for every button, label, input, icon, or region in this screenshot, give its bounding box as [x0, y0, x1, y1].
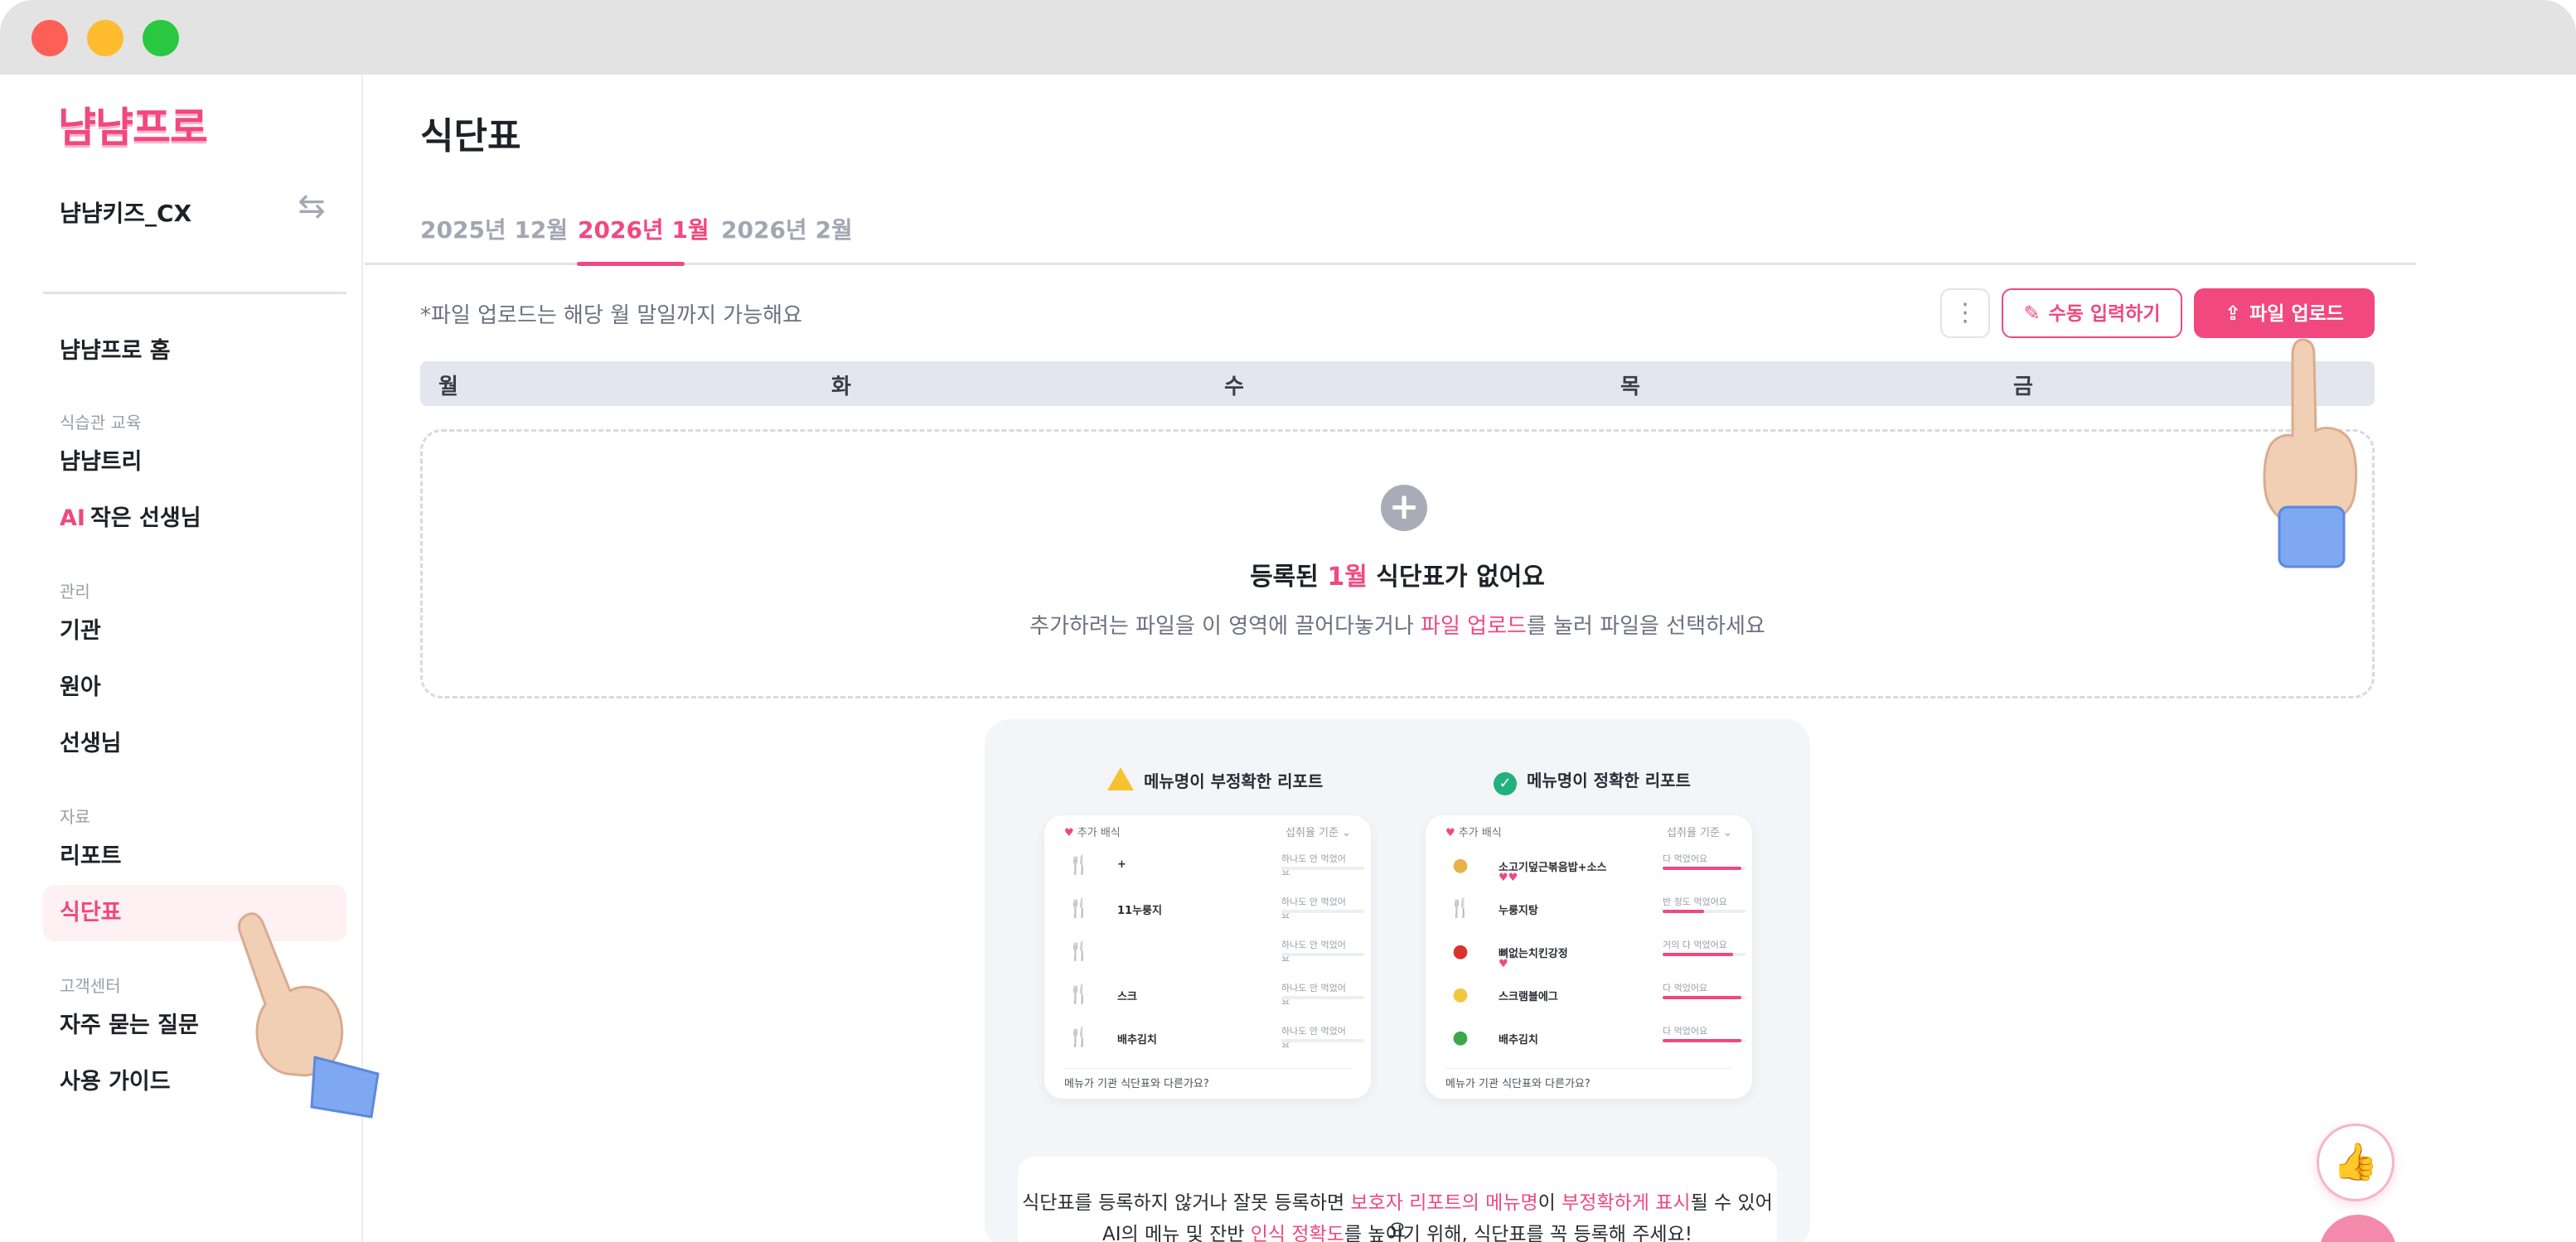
page-title: 식단표	[420, 115, 521, 157]
sidebar-item-teachers[interactable]: 선생님	[43, 716, 346, 772]
tab-2026-02[interactable]: 2026년 2월	[721, 212, 853, 245]
utensils-icon: 🍴	[1449, 898, 1472, 919]
maximize-window-button[interactable]	[143, 20, 179, 56]
file-drop-zone[interactable]: + 등록된 1월 식단표가 없어요 추가하려는 파일을 이 영역에 끌어다놓거나…	[420, 429, 2375, 698]
utensils-icon: 🍴	[1068, 984, 1091, 1005]
list-item: 🍴 하나도 안 먹었어요	[1064, 933, 1364, 976]
tab-2026-01[interactable]: 2026년 1월	[578, 212, 709, 245]
window-titlebar	[0, 0, 2576, 75]
weekday-tue: 화	[831, 375, 851, 399]
weekday-header: 월 화 수 목 금	[420, 361, 2375, 406]
manual-input-button[interactable]: ✎ 수동 입력하기	[2002, 288, 2182, 338]
org-name: 냠냠키즈_CX	[60, 200, 192, 227]
bad-report-card: ♥ 추가 배식 섭취율 기준 ⌄ 🍴 + 하나도 안 먹었어요 🍴 11누룽지 하나도 …	[1044, 815, 1371, 1099]
list-item: 🍴 + 하나도 안 먹었어요	[1064, 847, 1364, 890]
weekday-mon: 월	[438, 375, 458, 399]
sidebar-item-children[interactable]: 원아	[43, 660, 346, 716]
upload-notice: *파일 업로드는 해당 월 말일까지 가능해요	[420, 303, 802, 328]
report-comparison-panel: 메뉴명이 부정확한 리포트 ✓ 메뉴명이 정확한 리포트 ♥ 추가 배식 섭취율 …	[985, 719, 1810, 1242]
list-item: 🍴 11누룽지 하나도 안 먹었어요	[1064, 890, 1364, 933]
sidebar-item-institution[interactable]: 기관	[43, 603, 346, 660]
sidebar-section-materials: 자료	[60, 807, 90, 827]
file-upload-button[interactable]: ⇪ 파일 업로드	[2194, 288, 2375, 338]
explanation-box: 식단표를 등록하지 않거나 잘못 등록하면 보호자 리포트의 메뉴명이 부정확하…	[1018, 1157, 1777, 1242]
list-item: 🍴 배추김치 하나도 안 먹었어요	[1064, 1019, 1364, 1062]
upload-link[interactable]: 파일 업로드	[1421, 614, 1527, 639]
pencil-icon: ✎	[2023, 302, 2041, 325]
ai-badge: AI	[60, 505, 85, 531]
sidebar-item-report[interactable]: 리포트	[43, 829, 346, 885]
chicken-icon: ●	[1452, 941, 1469, 962]
manual-input-label: 수동 입력하기	[2048, 303, 2161, 325]
file-upload-label: 파일 업로드	[2249, 303, 2344, 325]
empty-state-title: 등록된 1월 식단표가 없어요	[1250, 563, 1545, 592]
check-icon: ✓	[1494, 772, 1517, 795]
pointing-hand-icon	[2263, 338, 2358, 568]
warning-icon	[1107, 767, 1134, 790]
card-header: ♥ 추가 배식	[1445, 827, 1502, 839]
thumbs-up-icon[interactable]: 👍	[2317, 1124, 2394, 1201]
egg-icon: ●	[1452, 984, 1469, 1005]
list-item: ● 뼈없는치킨강정 ♥ 거의 다 먹었어요	[1445, 933, 1746, 976]
utensils-icon: 🍴	[1068, 855, 1091, 876]
more-icon: ⋮	[1953, 298, 1978, 327]
pointing-hand-icon	[237, 912, 380, 1119]
explanation-line-2: AI의 메뉴 및 잔반 인식 정확도를 높이기 위해, 식단표를 꼭 등록해 주…	[1102, 1224, 1692, 1242]
sidebar-item-tree[interactable]: 냠냠트리	[43, 434, 346, 491]
weekday-fri: 금	[2013, 375, 2033, 399]
sidebar-section-support: 고객센터	[60, 976, 121, 996]
card-header-sort: 섭취율 기준 ⌄	[1667, 827, 1732, 839]
list-item: ● 소고기덮근볶음밥+소스 ♥♥ 다 먹었어요	[1445, 847, 1746, 890]
upload-icon: ⇪	[2225, 302, 2242, 325]
utensils-icon: 🍴	[1068, 1027, 1091, 1048]
more-options-button[interactable]: ⋮	[1940, 288, 1990, 338]
sidebar-section-education: 식습관 교육	[60, 413, 142, 433]
good-report-card: ♥ 추가 배식 섭취율 기준 ⌄ ● 소고기덮근볶음밥+소스 ♥♥ 다 먹었어요 🍴 누…	[1426, 815, 1752, 1099]
active-tab-indicator	[577, 262, 685, 266]
app-logo[interactable]: 냠냠프로	[58, 94, 208, 154]
list-item: ● 스크램블에그 다 먹었어요	[1445, 976, 1746, 1019]
broccoli-icon: ●	[1452, 1027, 1469, 1048]
utensils-icon: 🍴	[1068, 941, 1091, 962]
list-item: ● 배추김치 다 먹었어요	[1445, 1019, 1746, 1062]
list-item: 🍴 누룽지탕 반 정도 먹었어요	[1445, 890, 1746, 933]
month-tabs: 2025년 12월 2026년 1월 2026년 2월	[365, 199, 2416, 266]
sidebar-item-label: 작은 선생님	[90, 505, 201, 531]
card-header-sort: 섭취율 기준 ⌄	[1286, 827, 1351, 839]
add-icon[interactable]: +	[1381, 485, 1427, 531]
utensils-icon: 🍴	[1068, 898, 1091, 919]
sidebar-divider	[43, 292, 346, 294]
weekday-wed: 수	[1224, 375, 1244, 399]
card-footer: 메뉴가 기관 식단표와 다른가요?	[1445, 1078, 1591, 1090]
list-item: 🍴 스크 하나도 안 먹었어요	[1064, 976, 1364, 1019]
card-header: ♥ 추가 배식	[1064, 827, 1121, 839]
weekday-thu: 목	[1620, 375, 1640, 399]
minimize-window-button[interactable]	[87, 20, 123, 56]
swap-icon[interactable]: ⇆	[293, 187, 330, 225]
rice-icon: ●	[1452, 855, 1469, 876]
tab-2025-12[interactable]: 2025년 12월	[420, 212, 568, 245]
sidebar-section-manage: 관리	[60, 582, 90, 602]
bad-report-heading: 메뉴명이 부정확한 리포트	[1107, 767, 1323, 792]
sidebar-item-home[interactable]: 냠냠프로 홈	[43, 323, 346, 379]
good-report-heading: ✓ 메뉴명이 정확한 리포트	[1494, 767, 1691, 795]
card-footer: 메뉴가 기관 식단표와 다른가요?	[1064, 1078, 1209, 1090]
sidebar-item-ai-teacher[interactable]: AI 작은 선생님	[43, 491, 346, 547]
empty-state-subtitle: 추가하려는 파일을 이 영역에 끌어다놓거나 파일 업로드를 눌러 파일을 선택…	[1029, 614, 1765, 639]
chat-icon[interactable]	[2319, 1215, 2397, 1242]
close-window-button[interactable]	[31, 20, 68, 56]
